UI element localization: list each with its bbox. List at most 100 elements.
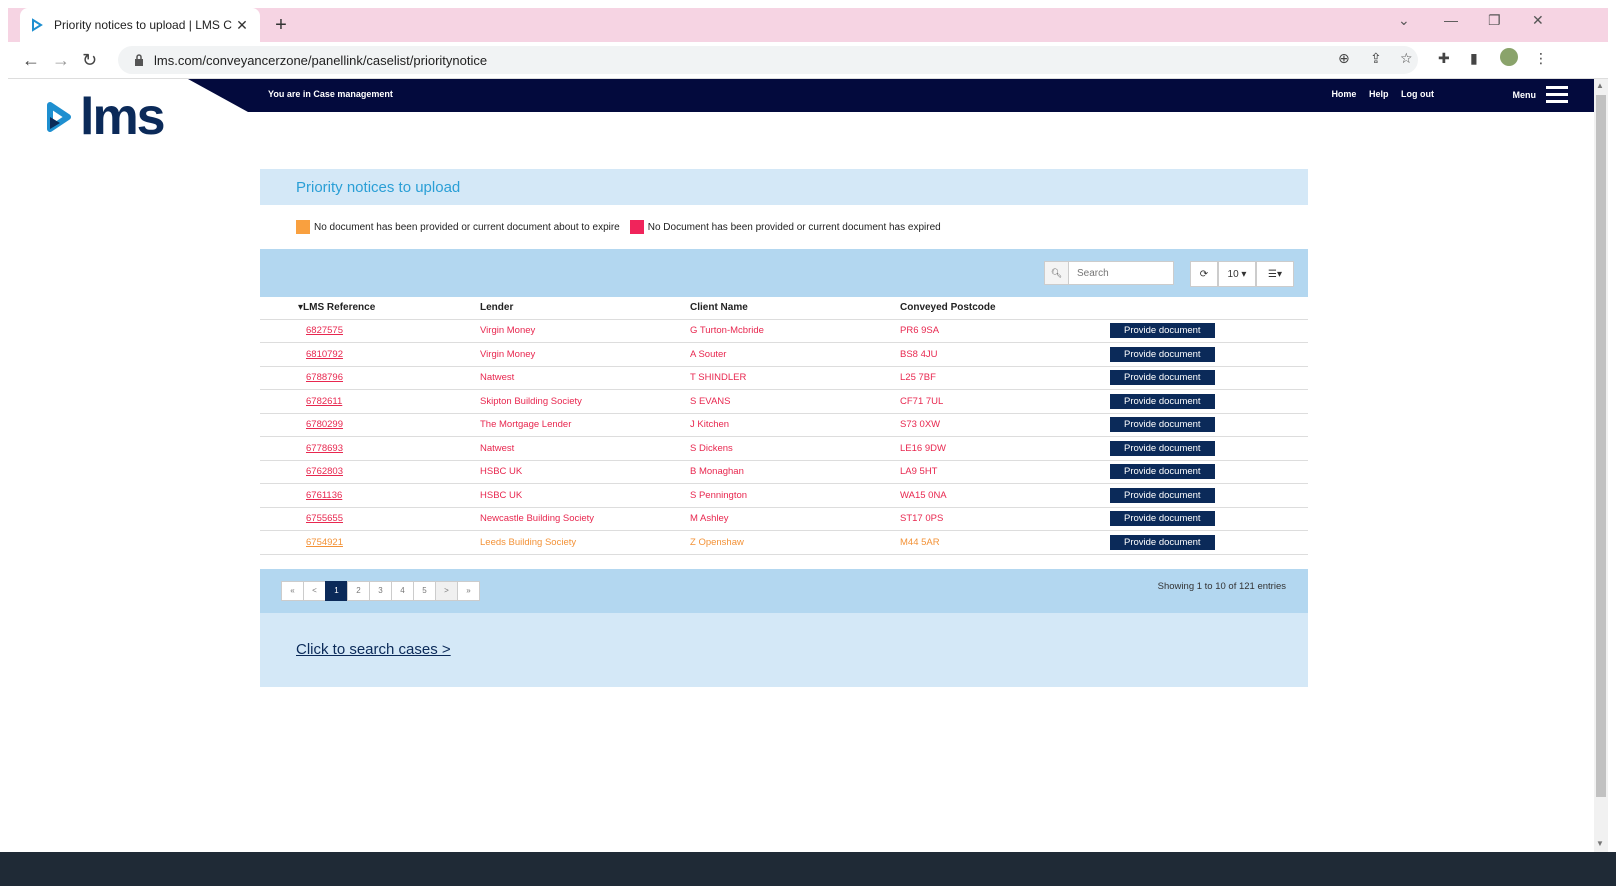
lms-favicon-icon [32, 18, 43, 32]
page-size-dropdown[interactable]: 10 ▾ [1218, 261, 1256, 287]
page-scrollbar[interactable]: ▲ ▼ [1594, 79, 1608, 852]
page-button[interactable]: » [457, 580, 480, 601]
page-title: Priority notices to upload [260, 169, 1308, 205]
page-button[interactable]: 2 [347, 580, 370, 601]
page-button[interactable]: « [281, 580, 304, 601]
bookmark-star-icon[interactable]: ☆ [1400, 50, 1413, 67]
client-name-cell: T SHINDLER [690, 366, 900, 390]
client-name-cell: S EVANS [690, 389, 900, 414]
columns-toggle-icon[interactable]: ☰▾ [1256, 261, 1294, 287]
help-link[interactable]: Help [1369, 89, 1389, 99]
lms-reference-link[interactable]: 6778693 [260, 436, 480, 461]
table-controls: ⟳ 10 ▾ ☰▾ [1190, 261, 1294, 287]
hamburger-menu-icon[interactable] [1546, 86, 1568, 104]
refresh-icon[interactable]: ⟳ [1190, 261, 1218, 287]
column-header-lender[interactable]: Lender [480, 297, 690, 320]
lms-reference-link[interactable]: 6780299 [260, 413, 480, 437]
table-toolbar: 🔍︎ ⟳ 10 ▾ ☰▾ [260, 249, 1308, 297]
lender-cell: Leeds Building Society [480, 530, 690, 555]
action-cell: Provide document [1110, 342, 1308, 367]
page-button[interactable]: 5 [413, 580, 436, 601]
lms-reference-link[interactable]: 6762803 [260, 460, 480, 484]
search-input[interactable] [1069, 262, 1173, 284]
os-taskbar [0, 852, 1616, 886]
search-box: 🔍︎ [1044, 261, 1174, 285]
lender-cell: HSBC UK [480, 460, 690, 484]
restore-icon[interactable]: ❐ [1488, 12, 1501, 29]
legend-red-text: No Document has been provided or current… [647, 221, 941, 233]
table-row: 6827575 Virgin Money G Turton-Mcbride PR6 9… [260, 319, 1308, 343]
close-window-icon[interactable]: ✕ [1532, 12, 1544, 29]
provide-document-button[interactable]: Provide document [1110, 323, 1215, 339]
provide-document-button[interactable]: Provide document [1110, 346, 1215, 362]
lms-logo[interactable]: lms [44, 88, 166, 146]
column-header-postcode[interactable]: Conveyed Postcode [900, 297, 1110, 320]
logo-text: lms [80, 88, 166, 146]
home-link[interactable]: Home [1331, 89, 1356, 99]
page-content: lms You are in Case management Home Help… [8, 79, 1594, 852]
client-name-cell: S Pennington [690, 483, 900, 508]
browser-tab[interactable]: Priority notices to upload | LMS C ✕ [20, 8, 260, 42]
provide-document-button[interactable]: Provide document [1110, 440, 1215, 456]
minimize-icon[interactable]: — [1444, 12, 1458, 28]
menu-label[interactable]: Menu [1513, 90, 1537, 100]
postcode-cell: L25 7BF [900, 366, 1110, 390]
postcode-cell: WA15 0NA [900, 483, 1110, 508]
postcode-cell: PR6 9SA [900, 319, 1110, 343]
column-header-action [1110, 297, 1308, 320]
action-cell: Provide document [1110, 460, 1308, 484]
action-cell: Provide document [1110, 319, 1308, 343]
lms-reference-link[interactable]: 6810792 [260, 342, 480, 367]
provide-document-button[interactable]: Provide document [1110, 393, 1215, 409]
provide-document-button[interactable]: Provide document [1110, 417, 1215, 433]
provide-document-button[interactable]: Provide document [1110, 487, 1215, 503]
topbar-slant [188, 79, 248, 112]
scroll-down-icon[interactable]: ▼ [1596, 839, 1604, 848]
lms-reference-link[interactable]: 6788796 [260, 366, 480, 390]
provide-document-button[interactable]: Provide document [1110, 534, 1215, 550]
header-links: Home Help Log out [1321, 89, 1434, 99]
scroll-thumb[interactable] [1596, 95, 1606, 797]
page-button[interactable]: < [303, 580, 326, 601]
provide-document-button[interactable]: Provide document [1110, 370, 1215, 386]
main-panel: Priority notices to upload No document h… [260, 169, 1308, 687]
address-bar[interactable]: lms.com/conveyancerzone/panellink/caseli… [118, 46, 1418, 74]
page-button[interactable]: 4 [391, 580, 414, 601]
page-button[interactable]: 1 [325, 580, 348, 601]
lock-icon [135, 54, 143, 66]
provide-document-button[interactable]: Provide document [1110, 511, 1215, 527]
zoom-icon[interactable]: ⊕ [1338, 50, 1350, 67]
scroll-up-icon[interactable]: ▲ [1596, 81, 1604, 90]
kebab-menu-icon[interactable]: ⋮ [1534, 50, 1548, 67]
close-tab-icon[interactable]: ✕ [234, 17, 250, 34]
side-panel-icon[interactable]: ▮ [1470, 50, 1478, 67]
lms-reference-link[interactable]: 6754921 [260, 530, 480, 555]
client-name-cell: A Souter [690, 342, 900, 367]
profile-avatar[interactable] [1500, 48, 1518, 66]
postcode-cell: BS8 4JU [900, 342, 1110, 367]
lms-reference-link[interactable]: 6782611 [260, 389, 480, 414]
location-text: You are in Case management [268, 89, 393, 99]
reload-icon[interactable]: ↻ [82, 50, 97, 71]
page-button[interactable]: 3 [369, 580, 392, 601]
search-cases-link[interactable]: Click to search cases > [260, 612, 1308, 687]
action-cell: Provide document [1110, 413, 1308, 437]
legend-orange-text: No document has been provided or current… [314, 221, 620, 233]
tab-search-icon[interactable]: ⌄ [1398, 12, 1410, 29]
lender-cell: Virgin Money [480, 319, 690, 343]
lms-reference-link[interactable]: 6761136 [260, 483, 480, 508]
logout-link[interactable]: Log out [1401, 89, 1434, 99]
column-header-client-name[interactable]: Client Name [690, 297, 900, 320]
back-icon[interactable]: ← [22, 50, 40, 71]
lms-reference-link[interactable]: 6755655 [260, 507, 480, 531]
provide-document-button[interactable]: Provide document [1110, 464, 1215, 480]
action-cell: Provide document [1110, 483, 1308, 508]
forward-icon[interactable]: → [52, 50, 70, 71]
extensions-icon[interactable]: ✚ [1438, 50, 1450, 67]
page-button[interactable]: > [435, 580, 458, 601]
table-body: 6827575 Virgin Money G Turton-Mcbride PR6 9… [260, 319, 1308, 555]
lms-reference-link[interactable]: 6827575 [260, 319, 480, 343]
share-icon[interactable]: ⇪ [1370, 50, 1382, 67]
column-header-lms-reference[interactable]: ▾LMS Reference [260, 297, 480, 320]
new-tab-icon[interactable]: + [270, 14, 292, 36]
